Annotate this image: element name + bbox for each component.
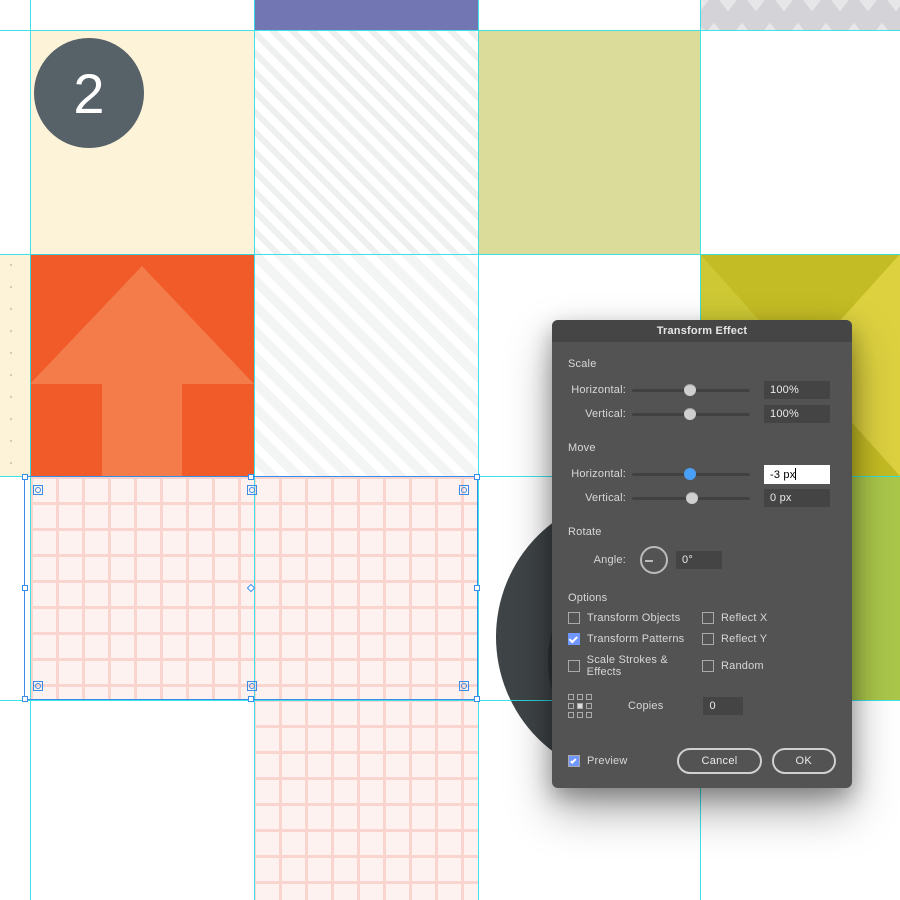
scale-vertical-slider[interactable] <box>632 413 750 416</box>
section-scale: Scale <box>568 358 836 370</box>
transform-objects-checkbox[interactable]: Transform Objects <box>568 612 702 624</box>
scale-horizontal-input[interactable]: 100% <box>764 381 830 399</box>
reflect-y-checkbox[interactable]: Reflect Y <box>702 633 836 645</box>
tile-orange-arrow <box>30 254 254 476</box>
ok-button[interactable]: OK <box>772 748 837 774</box>
tile-olive <box>478 30 700 254</box>
scale-vertical-input[interactable]: 100% <box>764 405 830 423</box>
scale-strokes-checkbox[interactable]: Scale Strokes & Effects <box>568 654 702 678</box>
section-move: Move <box>568 442 836 454</box>
move-vertical-input[interactable]: 0 px <box>764 489 830 507</box>
move-horizontal-slider[interactable] <box>632 473 750 476</box>
scale-horizontal-slider[interactable] <box>632 389 750 392</box>
move-vertical-label: Vertical: <box>568 492 632 504</box>
preview-checkbox[interactable]: Preview <box>568 755 628 767</box>
scale-vertical-label: Vertical: <box>568 408 632 420</box>
section-options: Options <box>568 592 836 604</box>
scale-horizontal-label: Horizontal: <box>568 384 632 396</box>
copies-label: Copies <box>628 700 663 712</box>
copies-input[interactable]: 0 <box>703 697 743 715</box>
random-checkbox[interactable]: Random <box>702 654 836 678</box>
cancel-button[interactable]: Cancel <box>677 748 761 774</box>
rotate-angle-label: Angle: <box>568 554 632 566</box>
arrow-up-icon <box>30 254 254 476</box>
reflect-x-checkbox[interactable]: Reflect X <box>702 612 836 624</box>
tile-purple <box>254 0 478 30</box>
guide-horizontal <box>0 30 900 31</box>
section-rotate: Rotate <box>568 526 836 538</box>
move-horizontal-label: Horizontal: <box>568 468 632 480</box>
dialog-title: Transform Effect <box>552 320 852 342</box>
tile-diagonal-1 <box>254 30 478 254</box>
guide-vertical <box>254 0 255 900</box>
anchor-point[interactable] <box>247 681 257 691</box>
step-badge: 2 <box>34 38 144 148</box>
guide-horizontal <box>0 254 900 255</box>
selection-center[interactable] <box>247 584 255 592</box>
guide-vertical <box>30 0 31 900</box>
selection-bounding-box[interactable] <box>24 476 478 700</box>
anchor-point[interactable] <box>459 485 469 495</box>
rotate-angle-dial[interactable] <box>640 546 668 574</box>
anchor-point[interactable] <box>247 485 257 495</box>
anchor-point[interactable] <box>33 485 43 495</box>
rotate-angle-input[interactable]: 0° <box>676 551 722 569</box>
anchor-point[interactable] <box>33 681 43 691</box>
transform-patterns-checkbox[interactable]: Transform Patterns <box>568 633 702 645</box>
move-horizontal-input[interactable]: -3 px <box>764 465 830 484</box>
guide-vertical <box>478 0 479 900</box>
tile-diagonal-2 <box>254 254 478 476</box>
tile-dotted <box>0 254 30 476</box>
tile-zigzag <box>700 0 900 30</box>
transform-effect-dialog[interactable]: Transform Effect Scale Horizontal: 100% … <box>552 320 852 788</box>
anchor-grid-icon[interactable] <box>568 694 592 718</box>
anchor-point[interactable] <box>459 681 469 691</box>
move-vertical-slider[interactable] <box>632 497 750 500</box>
tile-pink-grid-3 <box>254 700 478 900</box>
